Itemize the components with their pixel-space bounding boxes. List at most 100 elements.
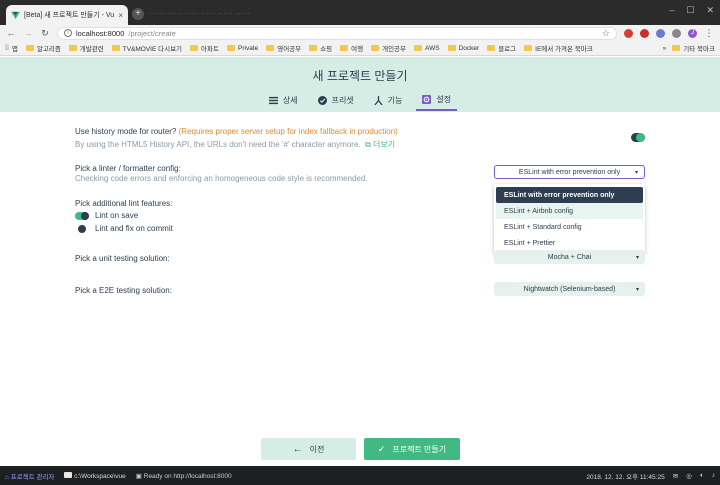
browser-tab[interactable]: [Beta] 새 프로젝트 만들기 - Vue × — [6, 5, 128, 25]
chevron-down-icon: ▾ — [635, 254, 639, 261]
bookmark-folder[interactable]: Private — [227, 45, 258, 52]
linter-dropdown: ESLint with error prevention only ESLint… — [494, 184, 645, 254]
bookmark-folder[interactable]: 여행 — [340, 43, 363, 53]
lint-on-save-row[interactable]: Lint on save — [75, 211, 138, 220]
check-icon: ✓ — [377, 443, 386, 454]
bookmark-folder[interactable]: Docker — [447, 45, 479, 52]
tab-details[interactable]: 상세 — [263, 92, 304, 111]
project-manager-link[interactable]: ⌂ 프로젝트 관리자 — [5, 471, 54, 481]
url-host: localhost:8000 — [76, 28, 125, 38]
bookmark-star-icon[interactable]: ☆ — [602, 28, 610, 39]
address-bar[interactable]: i localhost:8000/project/create ☆ — [57, 26, 617, 40]
linter-description: Checking code errors and enforcing an ho… — [75, 174, 368, 183]
folder-icon — [340, 45, 349, 51]
close-tab-icon[interactable]: × — [118, 11, 123, 20]
lint-on-commit-row[interactable]: Lint and fix on commit — [75, 224, 173, 233]
bookmark-folder[interactable]: IE에서 가져온 북마크 — [524, 43, 593, 53]
history-mode-warning: (Requires proper server setup for index … — [178, 127, 398, 136]
new-tab-button[interactable]: + — [132, 8, 144, 20]
bookmark-folder[interactable]: 알고리즘 — [25, 43, 61, 53]
language-icon[interactable]: ◎ — [686, 472, 692, 480]
minimize-icon[interactable]: – — [669, 5, 674, 16]
background-tabs[interactable]: ...... ...... ...... ...... ...... .....… — [150, 9, 250, 16]
menu-icon[interactable]: ⋮ — [704, 28, 714, 39]
page-title: 새 프로젝트 만들기 — [312, 69, 408, 83]
linter-select[interactable]: ESLint with error prevention only ▾ — [494, 165, 645, 179]
status-bar: ⌂ 프로젝트 관리자 c:\Workspace\vue ▣ Ready on h… — [0, 466, 720, 485]
current-folder-path: c:\Workspace\vue — [74, 472, 126, 480]
external-link-icon: ⧉ — [365, 140, 371, 149]
extension-icon[interactable] — [672, 28, 681, 38]
e2e-testing-select[interactable]: Nightwatch (Selenium-based) ▾ — [494, 282, 645, 296]
bookmark-folder[interactable]: 개발관련 — [68, 43, 104, 53]
bookmark-folder[interactable]: 블로그 — [487, 43, 516, 53]
bookmark-folder[interactable]: 아파트 — [190, 43, 219, 53]
adblock-icon[interactable] — [640, 28, 649, 38]
back-icon[interactable]: ← — [6, 28, 16, 38]
check-circle-icon — [317, 96, 327, 105]
browser-tabstrip: [Beta] 새 프로젝트 만들기 - Vue × + ...... .....… — [0, 0, 720, 25]
e2e-testing-selected-value: Nightwatch (Selenium-based) — [523, 285, 616, 293]
bookmark-folder[interactable]: AWS — [414, 45, 440, 52]
chevron-down-icon: ▾ — [635, 286, 639, 293]
tab-label: 상세 — [282, 96, 298, 105]
unit-testing-title: Pick a unit testing solution: — [75, 254, 170, 263]
fork-icon — [374, 96, 383, 105]
site-info-icon[interactable]: i — [64, 29, 72, 37]
unit-testing-select[interactable]: Mocha + Chai ▾ — [494, 250, 645, 264]
list-icon — [268, 96, 278, 105]
linter-selected-value: ESLint with error prevention only — [518, 168, 621, 176]
tab-presets[interactable]: 프리셋 — [312, 92, 360, 111]
server-status[interactable]: ▣ Ready on http://localhost:8000 — [136, 472, 232, 480]
server-status-text: Ready on http://localhost:8000 — [143, 472, 232, 480]
more-link[interactable]: ⧉ 더보기 — [363, 140, 395, 149]
folder-icon — [25, 45, 34, 51]
reload-icon[interactable]: ↻ — [40, 28, 50, 39]
bookmark-folder[interactable]: 개인공부 — [371, 43, 406, 53]
other-bookmarks[interactable]: 기타 북마크 — [672, 43, 715, 53]
lint-on-save-toggle[interactable] — [75, 211, 89, 220]
linter-option[interactable]: ESLint + Airbnb config — [496, 203, 643, 219]
window-close-icon[interactable]: ✕ — [706, 5, 714, 16]
lint-on-commit-label: Lint and fix on commit — [95, 224, 173, 233]
terminal-icon: ▣ — [135, 472, 142, 480]
folder-icon — [64, 471, 73, 478]
bookmark-apps[interactable]: ⁞⁞ 앱 — [5, 43, 18, 54]
profile-avatar[interactable]: J — [688, 28, 697, 38]
notification-bell-icon[interactable]: ♪ — [712, 472, 715, 479]
current-folder[interactable]: c:\Workspace\vue — [64, 471, 126, 480]
lint-on-commit-toggle[interactable] — [78, 224, 86, 233]
bookmark-folder[interactable]: TV&MOVIE 다시보기 — [111, 43, 182, 53]
browser-toolbar: ← → ↻ i localhost:8000/project/create ☆ … — [0, 25, 720, 41]
previous-button[interactable]: ← 이전 — [261, 438, 356, 460]
folder-icon — [487, 45, 496, 51]
notification-icon[interactable]: ✉ — [673, 472, 678, 480]
bookmark-folder[interactable]: 쇼핑 — [309, 43, 332, 53]
folder-icon — [190, 45, 199, 51]
gear-icon — [422, 95, 432, 104]
tab-settings[interactable]: 설정 — [416, 92, 458, 111]
folder-icon — [68, 45, 77, 51]
dark-mode-icon[interactable]: ◐ — [700, 472, 704, 479]
linter-option[interactable]: ESLint + Standard config — [496, 219, 643, 235]
folder-icon — [111, 45, 120, 51]
app-header: 새 프로젝트 만들기 상세 프리셋 기능 설정 — [0, 57, 720, 112]
folder-icon — [447, 45, 456, 51]
create-project-button[interactable]: ✓ 프로젝트 만들기 — [364, 438, 460, 460]
history-mode-toggle[interactable] — [631, 133, 645, 142]
linter-option[interactable]: ESLint with error prevention only — [496, 187, 643, 203]
folder-icon — [414, 45, 423, 51]
linter-option[interactable]: ESLint + Prettier — [496, 235, 643, 251]
history-mode-question: Use history mode for router? — [75, 127, 177, 136]
chevron-down-icon: ▾ — [634, 169, 638, 176]
statusbar-date: 2018. 12. 12. 오후 11:45:25 — [586, 473, 665, 481]
tab-features[interactable]: 기능 — [368, 92, 409, 111]
maximize-icon[interactable]: ☐ — [686, 5, 694, 16]
forward-icon[interactable]: → — [23, 28, 33, 38]
bookmark-folder[interactable]: 영어공부 — [266, 43, 301, 53]
arrow-left-icon: ← — [292, 443, 303, 455]
extension-icon[interactable] — [624, 28, 633, 38]
history-desc-text: By using the HTML5 History API, the URLs… — [75, 140, 361, 149]
extension-icon[interactable] — [656, 28, 665, 38]
bookmarks-overflow-button[interactable]: » — [663, 45, 667, 52]
